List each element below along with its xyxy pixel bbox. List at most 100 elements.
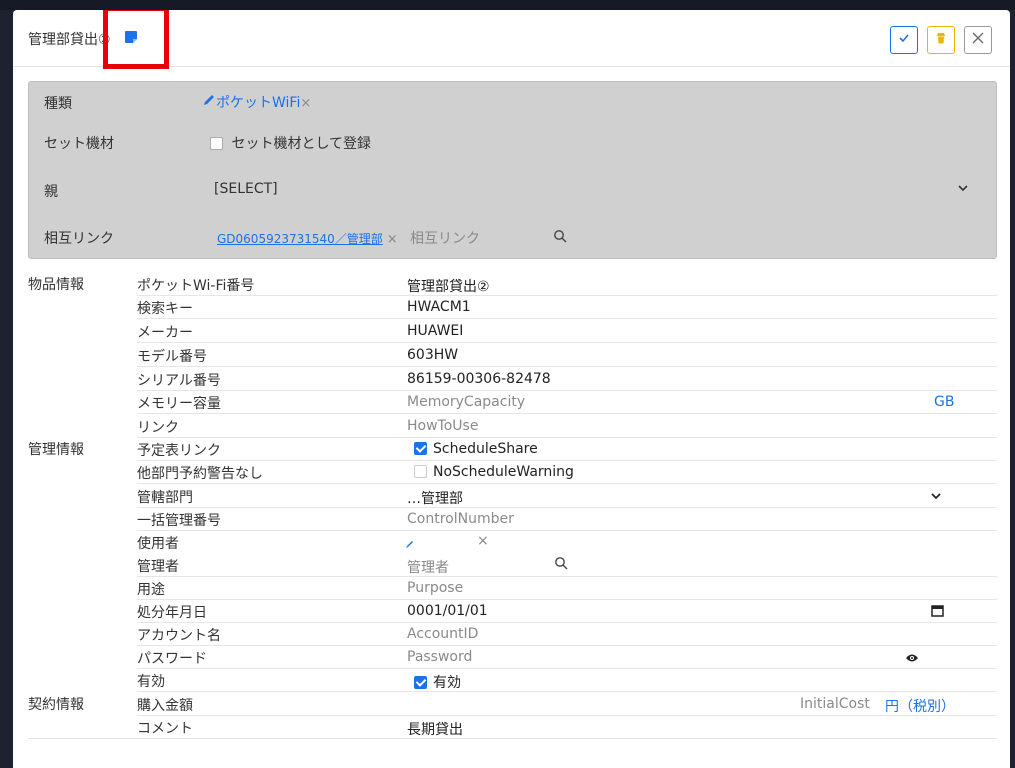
remove-user-icon[interactable]: × [477, 533, 489, 549]
eye-icon[interactable] [905, 651, 919, 667]
field-label: 用途 [137, 582, 165, 598]
mutual-link-input[interactable]: 相互リンク [410, 228, 480, 248]
set-equipment-checkbox-label: セット機材として登録 [231, 136, 372, 152]
field-row-purpose: 用途 Purpose [137, 577, 997, 600]
field-label: 予定表リンク [137, 443, 221, 459]
unit-label: 円（税別） [885, 699, 955, 715]
close-button[interactable] [964, 26, 992, 54]
management-info-section: 管理情報 [28, 442, 84, 458]
field-label: 検索キー [137, 301, 193, 317]
field-label: 処分年月日 [137, 605, 207, 621]
initial-cost-input[interactable]: InitialCost [800, 696, 870, 712]
field-row-user: 使用者 × [137, 531, 997, 554]
edit-modal: 管理部貸出② 種類 ポケットWiFi× セット機材 セット機材として登録 親 [… [13, 10, 1010, 768]
no-schedule-warning-option[interactable]: NoScheduleWarning [414, 464, 574, 480]
department-select[interactable]: …管理部 [407, 488, 463, 508]
field-label: 一括管理番号 [137, 513, 221, 529]
chevron-down-icon[interactable] [930, 490, 942, 506]
check-icon [897, 31, 911, 49]
account-id-input[interactable]: AccountID [407, 626, 478, 642]
checkbox-label: NoScheduleWarning [433, 464, 574, 480]
memory-capacity-input[interactable]: MemoryCapacity [407, 394, 525, 410]
field-label: 管理者 [137, 559, 179, 575]
field-label: ポケットWi-Fi番号 [137, 278, 255, 294]
link-input[interactable]: HowToUse [407, 418, 478, 434]
type-tag: ポケットWiFi× [202, 92, 311, 112]
checkbox-label: ScheduleShare [433, 441, 538, 457]
purpose-input[interactable]: Purpose [407, 580, 463, 596]
valid-checkbox[interactable] [414, 676, 427, 689]
disposal-date-input[interactable]: 0001/01/01 [407, 603, 488, 619]
set-equipment-option[interactable]: セット機材として登録 [210, 133, 371, 153]
field-row-purchase-price: 購入金額 InitialCost 円（税別） [137, 693, 997, 716]
remove-type-icon[interactable]: × [300, 96, 311, 111]
field-label: メモリー容量 [137, 396, 221, 412]
field-value[interactable]: 86159-00306-82478 [407, 371, 551, 387]
search-icon[interactable] [554, 556, 568, 574]
mutual-link-tag: GD0605923731540／管理部 × [217, 230, 398, 247]
parent-label: 親 [44, 184, 58, 200]
type-label: 種類 [44, 96, 72, 112]
field-row-model-number: モデル番号 603HW [137, 344, 997, 367]
valid-option[interactable]: 有効 [414, 672, 461, 692]
modal-title: 管理部貸出② [28, 32, 111, 48]
type-value[interactable]: ポケットWiFi [216, 95, 300, 111]
field-value[interactable]: HWACM1 [407, 299, 471, 315]
pencil-icon[interactable] [202, 95, 216, 111]
field-value[interactable]: 603HW [407, 347, 458, 363]
field-label: 管轄部門 [137, 490, 193, 506]
schedule-share-checkbox[interactable] [414, 442, 427, 455]
field-row-manager: 管理者 管理者 [137, 554, 997, 577]
field-row-link: リンク HowToUse [137, 415, 997, 438]
field-row-valid: 有効 有効 [137, 669, 997, 692]
field-row-department: 管轄部門 …管理部 [137, 485, 997, 508]
comment-input[interactable]: 長期貸出 [407, 719, 463, 739]
calendar-icon[interactable] [931, 604, 944, 621]
parent-select[interactable]: [SELECT] [214, 181, 278, 197]
schedule-share-option[interactable]: ScheduleShare [414, 441, 538, 457]
field-label: 使用者 [137, 536, 179, 552]
contract-info-section: 契約情報 [28, 697, 84, 713]
no-schedule-warning-checkbox[interactable] [414, 465, 427, 478]
field-row-maker: メーカー HUAWEI [137, 320, 997, 343]
remove-link-icon[interactable]: × [387, 232, 398, 247]
field-row-password: パスワード Password [137, 646, 997, 669]
field-label: 有効 [137, 674, 165, 690]
field-label: アカウント名 [137, 628, 221, 644]
field-row-search-key: 検索キー HWACM1 [137, 296, 997, 319]
mutual-link-value[interactable]: GD0605923731540／管理部 [217, 232, 383, 246]
checkbox-label: 有効 [433, 675, 461, 691]
set-equipment-label: セット機材 [44, 136, 114, 152]
field-label: モデル番号 [137, 349, 207, 365]
highlight-annotation-box [103, 10, 169, 69]
control-number-input[interactable]: ControlNumber [407, 511, 514, 527]
save-button[interactable] [890, 26, 918, 54]
field-row-no-schedule-warning: 他部門予約警告なし NoScheduleWarning [137, 461, 997, 484]
divider [28, 738, 997, 739]
chevron-down-icon[interactable] [957, 182, 969, 198]
field-label: メーカー [137, 325, 193, 341]
delete-button[interactable] [927, 26, 955, 54]
manager-input[interactable]: 管理者 [407, 557, 449, 577]
field-row-disposal-date: 処分年月日 0001/01/01 [137, 600, 997, 623]
field-label: 購入金額 [137, 698, 193, 714]
field-row-control-number: 一括管理番号 ControlNumber [137, 508, 997, 531]
trash-icon [934, 31, 948, 49]
password-input[interactable]: Password [407, 649, 472, 665]
field-row-account-name: アカウント名 AccountID [137, 623, 997, 646]
field-row-pocket-wifi-number: ポケットWi-Fi番号 管理部貸出② [137, 273, 997, 296]
field-row-memory-capacity: メモリー容量 MemoryCapacity GB [137, 391, 997, 414]
field-value[interactable]: HUAWEI [407, 323, 463, 339]
pencil-icon[interactable] [405, 537, 415, 553]
background-strip [0, 0, 1015, 10]
field-label: リンク [137, 420, 179, 436]
field-value[interactable]: 管理部貸出② [407, 276, 490, 296]
type-panel: 種類 ポケットWiFi× セット機材 セット機材として登録 親 [SELECT]… [28, 81, 997, 259]
field-row-schedule-link: 予定表リンク ScheduleShare [137, 438, 997, 461]
search-icon[interactable] [553, 229, 567, 247]
close-icon [971, 31, 985, 49]
unit-label: GB [934, 394, 955, 410]
field-label: シリアル番号 [137, 373, 221, 389]
set-equipment-checkbox[interactable] [210, 137, 223, 150]
modal-header: 管理部貸出② [13, 10, 1010, 69]
